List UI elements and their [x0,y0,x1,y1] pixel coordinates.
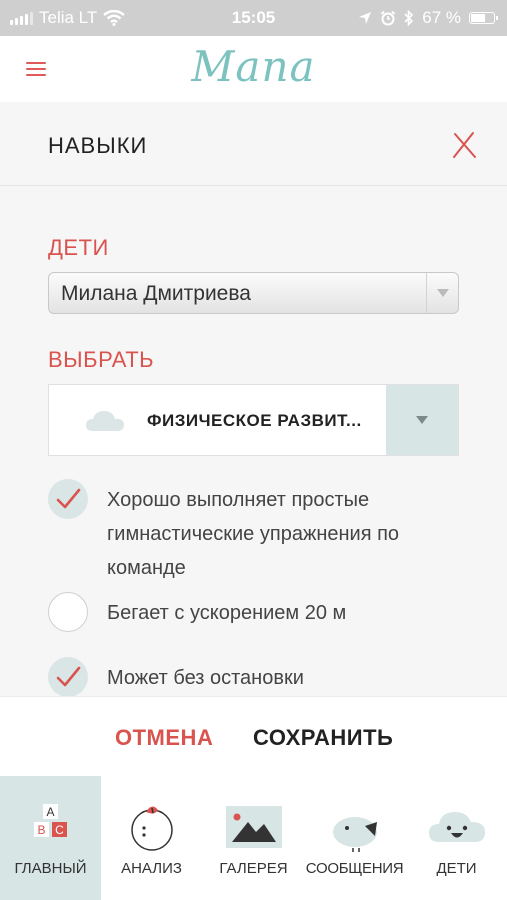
child-select-value: Милана Дмитриева [61,282,251,305]
picture-icon [225,806,282,848]
svg-text:A: A [46,805,54,819]
bluetooth-icon [404,10,414,26]
tab-label: ГЛАВНЫЙ [14,860,87,877]
svg-text:C: C [55,823,64,837]
battery-icon [469,12,498,24]
battery-percent: 67 % [422,8,461,27]
status-right: 67 % [358,8,498,28]
alarm-icon [381,10,396,26]
tab-label: ДЕТИ [436,860,477,877]
tab-analysis[interactable]: АНАЛИЗ [101,776,202,900]
tab-bar: A B C ГЛАВНЫЙ АНАЛИЗ ГАЛЕРЕЯ СООБЩЕНИЯ Д… [0,776,507,900]
tab-label: ГАЛЕРЕЯ [219,860,288,877]
tab-main[interactable]: A B C ГЛАВНЫЙ [0,776,101,900]
skill-text: Может без остановки [107,667,304,689]
category-select[interactable]: ФИЗИЧЕСКОЕ РАЗВИТ... [48,384,459,456]
app-header: Mana [0,36,507,102]
skill-text: Бегает с ускорением 20 м [107,602,347,624]
chevron-down-icon [416,416,428,424]
tab-children[interactable]: ДЕТИ [406,776,507,900]
choose-label: ВЫБРАТЬ [48,347,155,372]
child-select-arrow [426,273,458,313]
chevron-down-icon [436,289,449,297]
tab-label: АНАЛИЗ [121,860,182,877]
svg-text:B: B [37,823,45,837]
skill-text: Хорошо выполняет простые гимнастические … [107,489,400,579]
tab-gallery[interactable]: ГАЛЕРЕЯ [203,776,304,900]
panel-title: НАВЫКИ [48,133,148,158]
skill-checkbox[interactable] [48,479,88,519]
cancel-button[interactable]: ОТМЕНА [115,725,213,751]
bird-icon [332,817,377,852]
status-bar: Telia LT 15:05 67 % [0,0,507,36]
tab-messages[interactable]: СООБЩЕНИЯ [304,776,405,900]
panel-title-bar: НАВЫКИ [0,102,507,186]
skill-checkbox[interactable] [48,657,88,696]
category-select-arrow[interactable] [386,385,458,455]
tab-label: СООБЩЕНИЯ [305,860,404,877]
abc-blocks-icon: A B C [33,804,67,837]
category-select-value: ФИЗИЧЕСКОЕ РАЗВИТ... [147,411,362,430]
children-label: ДЕТИ [48,235,109,260]
child-select[interactable]: Милана Дмитриева [48,272,459,314]
location-icon [359,12,372,24]
close-icon[interactable] [449,130,479,160]
checkmark-icon [56,488,81,509]
cloud-face-icon [428,812,485,842]
skills-panel: НАВЫКИ ДЕТИ Милана Дмитриева ВЫБРАТЬ ФИЗ… [0,102,507,696]
checkmark-icon [56,666,81,687]
action-bar: ОТМЕНА СОХРАНИТЬ [0,696,507,776]
app-logo: Mana [191,42,316,91]
skill-checkbox[interactable] [48,592,88,632]
save-button[interactable]: СОХРАНИТЬ [253,725,393,751]
cloud-icon [86,411,124,431]
apple-icon [130,806,173,851]
